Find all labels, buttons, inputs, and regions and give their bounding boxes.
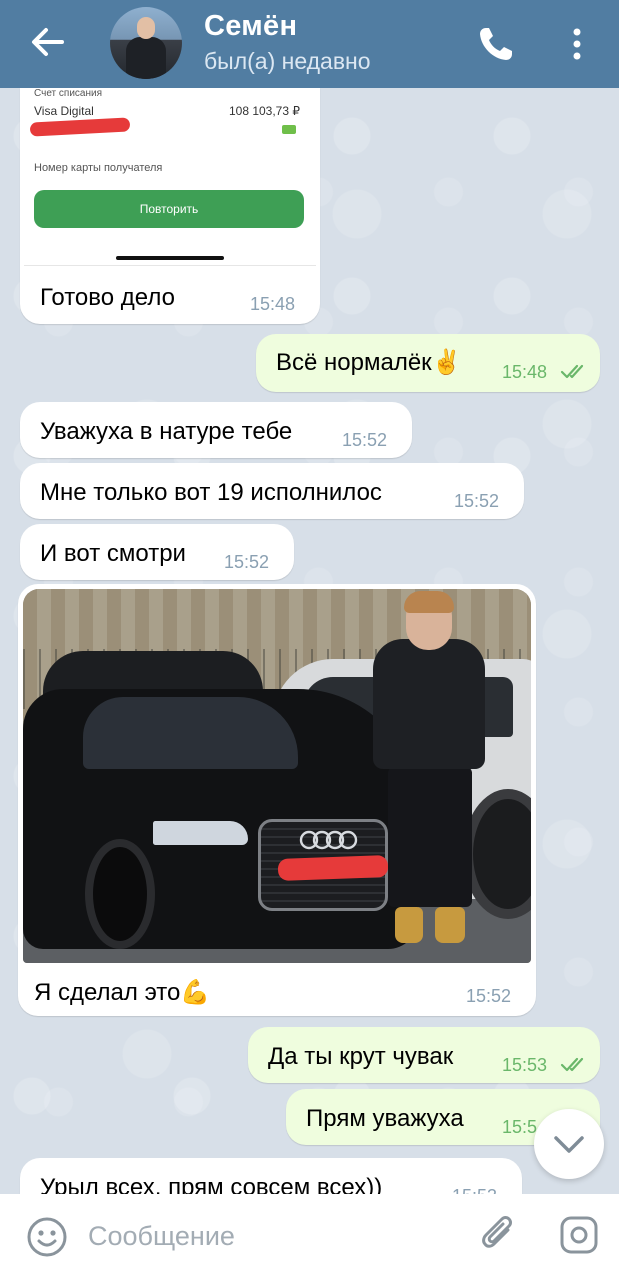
message-time: 15:48 bbox=[502, 362, 548, 382]
message-bubble-incoming[interactable]: И вот смотри 15:52 bbox=[20, 524, 294, 580]
smiley-icon bbox=[27, 1217, 67, 1257]
message-bubble-photo[interactable]: Я сделал это💪 15:52 bbox=[18, 584, 536, 1016]
message-bubble-screenshot[interactable]: Счет списания Visa Digital 108 103,73 ₽ … bbox=[20, 88, 320, 324]
attach-button[interactable] bbox=[478, 1212, 518, 1258]
message-text: Всё нормалёк✌️ bbox=[276, 349, 462, 376]
paperclip-icon bbox=[482, 1216, 512, 1248]
avatar-body bbox=[126, 37, 166, 79]
chat-header: Семён был(а) недавно bbox=[0, 0, 619, 88]
photo-black-car-wheel bbox=[85, 839, 155, 949]
message-text: Урыл всех, прям совсем всех)) bbox=[40, 1174, 383, 1194]
back-button[interactable] bbox=[26, 22, 70, 62]
retry-button: Повторить bbox=[34, 190, 304, 228]
contact-name[interactable]: Семён bbox=[204, 10, 297, 43]
message-text: Уважуха в натуре тебе bbox=[40, 418, 293, 445]
message-text: Я сделал это💪 bbox=[34, 979, 211, 1006]
card-balance: 108 103,73 ₽ bbox=[228, 104, 300, 118]
recipient-card-label: Номер карты получателя bbox=[34, 162, 163, 174]
message-bubble-incoming[interactable]: Урыл всех, прям совсем всех)) 15:53 bbox=[20, 1158, 522, 1194]
scroll-to-bottom-button[interactable] bbox=[534, 1109, 604, 1179]
avatar[interactable] bbox=[110, 7, 182, 79]
home-indicator bbox=[116, 256, 224, 260]
photo-person-jacket bbox=[373, 639, 485, 769]
more-vertical-icon bbox=[573, 28, 581, 60]
photo-headlight bbox=[153, 821, 248, 845]
emoji-button[interactable] bbox=[26, 1216, 68, 1258]
photo-person-hair bbox=[404, 591, 454, 613]
camera-button[interactable] bbox=[558, 1214, 600, 1256]
chevron-down-icon bbox=[554, 1136, 584, 1153]
car-photo[interactable] bbox=[23, 589, 531, 963]
message-time: 15:53 bbox=[502, 1055, 548, 1075]
message-time: 15:53 bbox=[452, 1186, 497, 1194]
message-time: 15:52 bbox=[224, 552, 270, 572]
photo-person-boot bbox=[395, 907, 423, 943]
message-time: 15:52 bbox=[454, 491, 500, 511]
photo-person-boot bbox=[435, 907, 465, 943]
message-text: Мне только вот 19 исполнилос bbox=[40, 479, 382, 506]
message-input[interactable] bbox=[88, 1214, 448, 1258]
message-time: 15:48 bbox=[250, 294, 296, 314]
redaction-mark bbox=[29, 117, 131, 137]
call-button[interactable] bbox=[474, 22, 518, 66]
message-time: 15:52 bbox=[342, 430, 388, 450]
contact-status: был(а) недавно bbox=[204, 48, 371, 74]
message-text: Прям уважуха bbox=[306, 1105, 464, 1132]
phone-icon bbox=[480, 28, 512, 60]
chat-background[interactable]: Счет списания Visa Digital 108 103,73 ₽ … bbox=[0, 88, 619, 1194]
double-check-icon bbox=[560, 1057, 584, 1072]
message-bubble-outgoing[interactable]: Да ты крут чувак 15:53 bbox=[248, 1027, 600, 1083]
message-time: 15:5 bbox=[502, 1117, 538, 1137]
message-text: Готово дело bbox=[40, 284, 175, 311]
camera-icon bbox=[560, 1216, 598, 1254]
arrow-left-icon bbox=[32, 28, 64, 56]
redaction-mark bbox=[277, 855, 389, 881]
message-text: Да ты крут чувак bbox=[268, 1043, 454, 1070]
message-text: И вот смотри bbox=[40, 540, 186, 567]
bank-screenshot-image[interactable]: Счет списания Visa Digital 108 103,73 ₽ … bbox=[24, 88, 316, 266]
message-composer bbox=[0, 1194, 619, 1280]
more-button[interactable] bbox=[562, 24, 592, 64]
message-time: 15:52 bbox=[466, 986, 512, 1006]
photo-person-pants bbox=[388, 767, 472, 907]
card-icon bbox=[282, 125, 296, 134]
message-bubble-incoming[interactable]: Уважуха в натуре тебе 15:52 bbox=[20, 402, 412, 458]
avatar-face bbox=[137, 17, 155, 39]
message-bubble-outgoing[interactable]: Всё нормалёк✌️ 15:48 bbox=[256, 334, 600, 392]
double-check-icon bbox=[560, 364, 584, 379]
photo-black-car-window bbox=[83, 697, 298, 769]
card-name: Visa Digital bbox=[34, 104, 94, 118]
debit-account-label: Счет списания bbox=[34, 88, 102, 99]
audi-rings-icon bbox=[299, 830, 358, 850]
message-bubble-incoming[interactable]: Мне только вот 19 исполнилос 15:52 bbox=[20, 463, 524, 519]
